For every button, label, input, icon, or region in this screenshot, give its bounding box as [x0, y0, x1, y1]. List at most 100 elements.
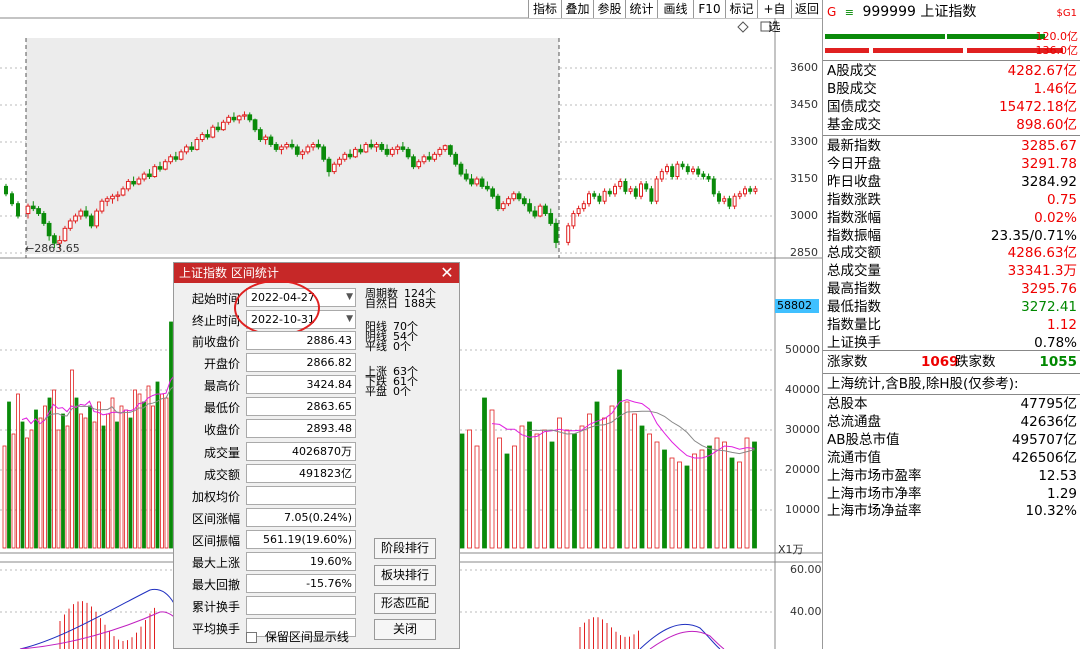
volume-bar: [617, 369, 622, 549]
chevron-down-icon[interactable]: ▼: [346, 289, 353, 306]
candle: [576, 208, 581, 215]
dialog-button[interactable]: 板块排行: [374, 565, 436, 586]
volume-bar: [624, 401, 630, 549]
candle: [25, 205, 31, 215]
close-icon[interactable]: ✕: [438, 264, 456, 282]
candle: [41, 213, 47, 224]
toolbar-button[interactable]: 指标: [528, 0, 561, 18]
stat-field-value[interactable]: [246, 485, 356, 505]
stat-value: 495707亿: [1011, 431, 1077, 448]
stat-label: 指数涨幅: [827, 209, 881, 226]
toolbar-button[interactable]: +自选: [757, 0, 791, 34]
stat-field-value[interactable]: 2886.43: [246, 331, 356, 350]
dialog-button[interactable]: 形态匹配: [374, 593, 436, 614]
keep-range-checkbox-row[interactable]: 保留区间显示线: [246, 628, 349, 645]
stat-field-value[interactable]: 4026870万: [246, 441, 356, 461]
candle: [566, 225, 571, 243]
stat-field-value[interactable]: 491823亿: [246, 463, 356, 483]
dialog-button[interactable]: 阶段排行: [374, 538, 436, 559]
candle: [147, 173, 152, 178]
dialog-button[interactable]: 关闭: [374, 619, 436, 640]
candle: [670, 166, 675, 178]
candle: [437, 148, 443, 155]
candle: [289, 143, 295, 148]
stat-field-label: 加权均价: [191, 489, 240, 504]
stat-row: 国债成交 15472.18亿: [825, 98, 1079, 116]
candle: [592, 193, 597, 197]
stat-label: 指数振幅: [827, 227, 881, 244]
stat-field-value[interactable]: -15.76%: [246, 574, 356, 594]
stat-field-value[interactable]: 2863.65: [246, 397, 356, 417]
volume-bar: [474, 445, 480, 549]
candle: [607, 190, 612, 195]
candle: [732, 195, 737, 207]
candle: [379, 143, 385, 150]
candle: [115, 194, 121, 197]
toolbar-button[interactable]: 画线: [657, 0, 693, 18]
candle: [500, 203, 506, 210]
stat-value: 1.29: [1046, 485, 1077, 502]
stat-field-value[interactable]: 3424.84: [246, 375, 356, 395]
candle: [675, 163, 680, 178]
stat-row: 指数涨幅 0.02%: [825, 209, 1079, 227]
volume-axis-label: 40000: [785, 383, 820, 396]
bar-stat-value: 0个: [393, 340, 411, 353]
stat-field-value[interactable]: 2866.82: [246, 353, 356, 373]
chevron-down-icon[interactable]: ▼: [346, 311, 353, 328]
up-volume-bar-2: [947, 34, 1045, 39]
volume-bar: [572, 433, 577, 549]
candle: [110, 195, 115, 200]
candle: [495, 195, 501, 210]
volume-bar: [20, 421, 25, 549]
volume-bar: [489, 409, 495, 549]
volume-bar: [101, 425, 106, 549]
candle: [326, 158, 332, 173]
down-volume-bar: [825, 48, 869, 53]
stat-label: 最低指数: [827, 299, 881, 316]
stat-row: 指数振幅 23.35/0.71%: [825, 227, 1079, 245]
candle: [89, 215, 94, 227]
candle: [347, 153, 353, 158]
stat-value: 15472.18亿: [999, 98, 1077, 115]
stat-label: AB股总市值: [827, 431, 900, 448]
candle: [184, 146, 189, 153]
toolbar-button[interactable]: 标记: [725, 0, 757, 18]
volume-bar: [124, 409, 128, 549]
volume-bar: [459, 433, 465, 549]
volume-bar: [110, 397, 115, 549]
candle: [73, 215, 78, 222]
stat-value: 1.46亿: [1033, 80, 1077, 97]
candle: [581, 203, 586, 210]
stat-value: 12.53: [1038, 467, 1077, 484]
volume-bar: [61, 413, 65, 549]
volume-bar: [744, 437, 750, 549]
volume-bar: [79, 413, 83, 549]
toolbar-button[interactable]: F10: [693, 0, 725, 18]
candle: [368, 143, 374, 148]
volume-bar: [7, 401, 11, 549]
stat-field-value[interactable]: 561.19(19.60%): [246, 529, 356, 549]
candle: [131, 180, 136, 185]
stat-row: 昨日收盘 3284.92: [825, 173, 1079, 191]
stat-field-value[interactable]: [246, 596, 356, 616]
toolbar-button[interactable]: 返回: [791, 0, 822, 18]
candle: [680, 163, 685, 168]
candle: [613, 185, 617, 195]
candle: [231, 116, 237, 121]
toolbar-button[interactable]: 统计: [625, 0, 657, 18]
diamond-icon[interactable]: [737, 21, 749, 33]
volume-bar: [662, 449, 667, 549]
toolbar-button[interactable]: 参股: [593, 0, 625, 18]
keep-range-checkbox[interactable]: [246, 632, 257, 643]
stat-field-value[interactable]: 7.05(0.24%): [246, 507, 356, 527]
toolbar-button[interactable]: 叠加: [561, 0, 593, 18]
candle: [104, 198, 110, 202]
menu-icon[interactable]: ≡: [845, 6, 854, 19]
stat-value: 47795亿: [1020, 396, 1077, 412]
candle: [173, 156, 179, 160]
stat-field-value[interactable]: 19.60%: [246, 552, 356, 571]
macd-dif-line: [639, 623, 721, 649]
stat-field-value[interactable]: 2893.48: [246, 419, 356, 439]
candle: [337, 158, 342, 165]
candle: [178, 151, 184, 160]
